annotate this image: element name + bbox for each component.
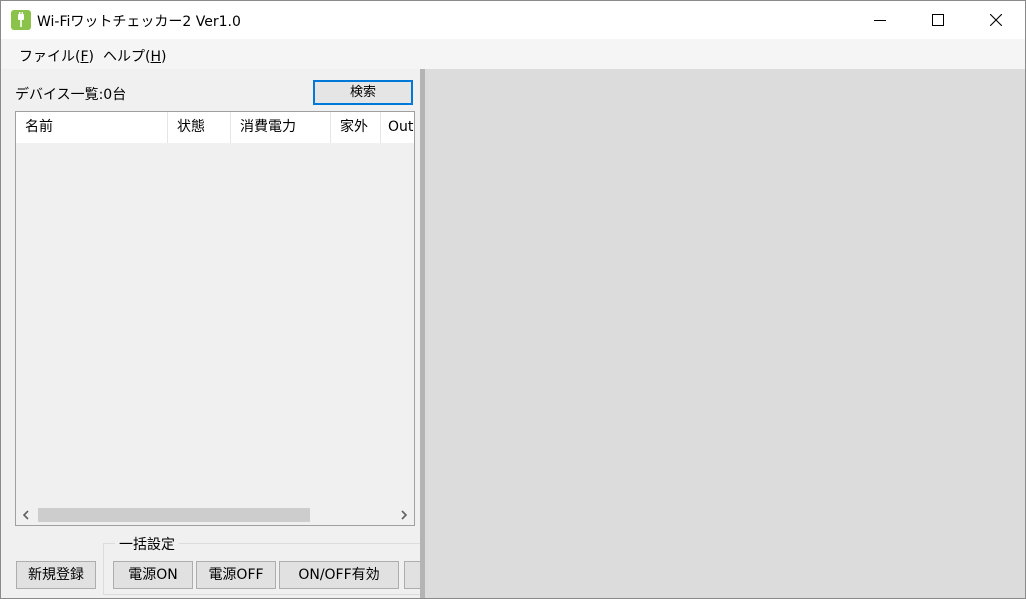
menu-help[interactable]: ヘルプ(H) <box>103 46 166 66</box>
power-on-button[interactable]: 電源ON <box>113 561 193 589</box>
chevron-right-icon <box>401 510 408 520</box>
title-bar[interactable]: Wi-Fiワットチェッカー2 Ver1.0 <box>1 1 1025 39</box>
horizontal-scrollbar[interactable] <box>16 505 414 525</box>
device-list-header: 名前 状態 消費電力 家外 Out <box>16 112 414 143</box>
menu-file[interactable]: ファイル(F) <box>19 46 94 66</box>
scroll-right-button[interactable] <box>394 505 414 525</box>
detail-panel <box>425 69 1025 598</box>
column-header-away[interactable]: 家外 <box>331 112 381 143</box>
device-count-label: デバイス一覧:0台 <box>15 87 127 103</box>
window-title: Wi-Fiワットチェッカー2 Ver1.0 <box>37 14 241 30</box>
app-plug-icon <box>11 10 31 30</box>
close-button[interactable] <box>967 1 1025 39</box>
scroll-left-button[interactable] <box>16 505 36 525</box>
scrollbar-thumb[interactable] <box>38 508 310 522</box>
power-off-button[interactable]: 電源OFF <box>196 561 276 589</box>
new-register-button[interactable]: 新規登録 <box>16 561 96 589</box>
minimize-icon <box>874 20 886 21</box>
device-panel: デバイス一覧:0台 検索 名前 状態 消費電力 家外 Out 新規登録 一括設定… <box>1 69 434 598</box>
menu-bar: ファイル(F) ヘルプ(H) <box>1 39 1025 69</box>
maximize-button[interactable] <box>909 1 967 39</box>
close-icon <box>990 14 1002 26</box>
bulk-settings-title: 一括設定 <box>115 534 179 554</box>
column-header-out[interactable]: Out <box>381 112 414 143</box>
column-header-name[interactable]: 名前 <box>16 112 168 143</box>
maximize-icon <box>932 14 944 26</box>
app-window: Wi-Fiワットチェッカー2 Ver1.0 ファイル(F) ヘルプ(H) デバイ… <box>0 0 1026 599</box>
search-button[interactable]: 検索 <box>313 80 413 105</box>
column-header-status[interactable]: 状態 <box>168 112 231 143</box>
device-list[interactable]: 名前 状態 消費電力 家外 Out <box>15 111 415 526</box>
minimize-button[interactable] <box>851 1 909 39</box>
chevron-left-icon <box>22 510 29 520</box>
column-header-power[interactable]: 消費電力 <box>231 112 331 143</box>
on-off-enable-button[interactable]: ON/OFF有効 <box>279 561 399 589</box>
